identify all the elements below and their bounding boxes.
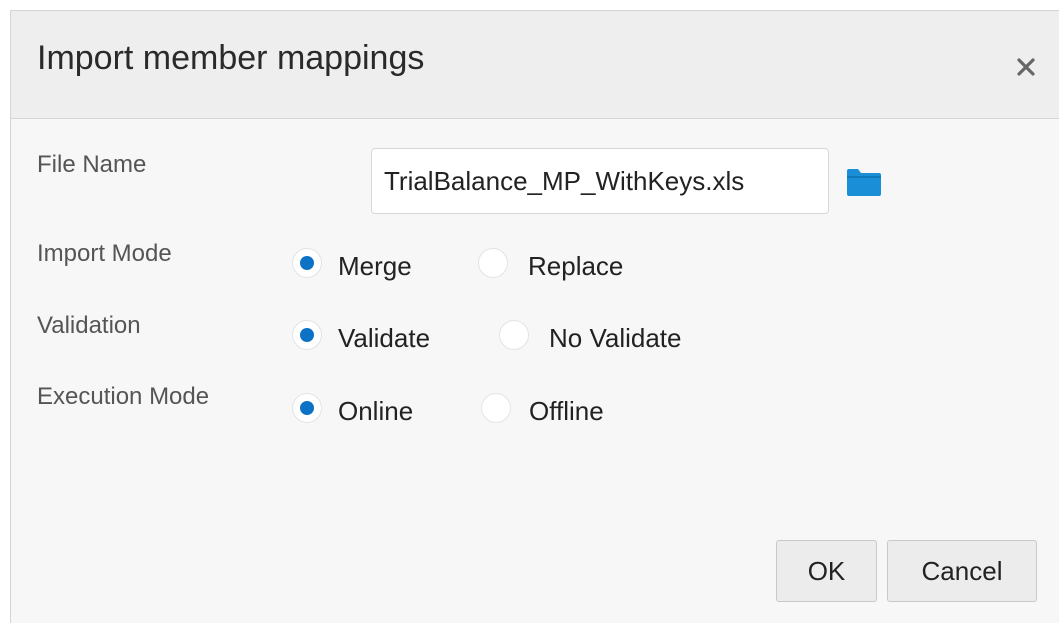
validate-label[interactable]: Validate — [338, 323, 430, 354]
import-mode-label: Import Mode — [37, 240, 172, 267]
ok-button[interactable]: OK — [776, 540, 877, 602]
online-label[interactable]: Online — [338, 396, 413, 427]
import-mode-replace-radio[interactable] — [478, 248, 508, 278]
cancel-button[interactable]: Cancel — [887, 540, 1037, 602]
file-name-field[interactable] — [371, 148, 829, 214]
import-mode-merge-radio[interactable] — [292, 248, 322, 278]
validate-radio[interactable] — [292, 320, 322, 350]
folder-icon[interactable] — [846, 167, 882, 197]
dialog-title: Import member mappings — [37, 39, 425, 77]
import-mode-replace-label[interactable]: Replace — [528, 251, 623, 282]
close-icon[interactable] — [1012, 53, 1040, 81]
import-mode-merge-label[interactable]: Merge — [338, 251, 412, 282]
execution-mode-label: Execution Mode — [37, 383, 210, 410]
validation-label: Validation — [37, 312, 141, 339]
offline-radio[interactable] — [481, 393, 511, 423]
file-name-label: File Name — [37, 151, 147, 178]
import-member-mappings-dialog: Import member mappings File Name Import … — [10, 10, 1059, 623]
offline-label[interactable]: Offline — [529, 396, 604, 427]
no-validate-radio[interactable] — [499, 320, 529, 350]
no-validate-label[interactable]: No Validate — [549, 323, 682, 354]
online-radio[interactable] — [292, 393, 322, 423]
dialog-header: Import member mappings — [11, 11, 1059, 119]
